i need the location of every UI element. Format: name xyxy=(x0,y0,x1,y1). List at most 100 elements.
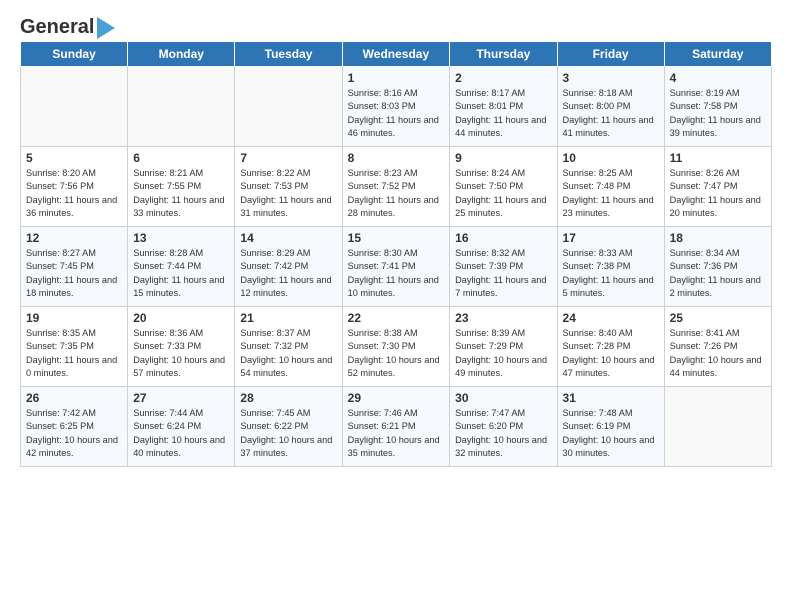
day-info: Sunrise: 8:36 AMSunset: 7:33 PMDaylight:… xyxy=(133,327,229,380)
week-row-3: 19 Sunrise: 8:35 AMSunset: 7:35 PMDayligh… xyxy=(21,307,772,387)
day-info: Sunrise: 7:48 AMSunset: 6:19 PMDaylight:… xyxy=(563,407,659,460)
day-number: 11 xyxy=(670,151,766,165)
day-number: 22 xyxy=(348,311,445,325)
day-cell: 18Sunrise: 8:34 AMSunset: 7:36 PMDayligh… xyxy=(664,227,771,307)
day-number: 17 xyxy=(563,231,659,245)
day-info: Sunrise: 8:34 AMSunset: 7:36 PMDaylight:… xyxy=(670,247,766,300)
day-number: 20 xyxy=(133,311,229,325)
day-number: 1 xyxy=(348,71,445,85)
day-info: Sunrise: 8:18 AMSunset: 8:00 PMDaylight:… xyxy=(563,87,659,140)
day-number: 13 xyxy=(133,231,229,245)
day-cell: 3 Sunrise: 8:18 AMSunset: 8:00 PMDaylight… xyxy=(557,67,664,147)
day-info: Sunrise: 8:33 AMSunset: 7:38 PMDaylight:… xyxy=(563,247,659,300)
header: General xyxy=(20,16,772,35)
page: General SundayMondayTuesdayWednesdayThur… xyxy=(0,0,792,477)
day-number: 27 xyxy=(133,391,229,405)
day-number: 29 xyxy=(348,391,445,405)
weekday-header-row: SundayMondayTuesdayWednesdayThursdayFrid… xyxy=(21,42,772,67)
day-cell: 12 Sunrise: 8:27 AMSunset: 7:45 PMDayligh… xyxy=(21,227,128,307)
day-info: Sunrise: 8:35 AMSunset: 7:35 PMDaylight:… xyxy=(26,327,122,380)
week-row-2: 12 Sunrise: 8:27 AMSunset: 7:45 PMDayligh… xyxy=(21,227,772,307)
day-info: Sunrise: 8:20 AMSunset: 7:56 PMDaylight:… xyxy=(26,167,122,220)
day-cell: 16 Sunrise: 8:32 AMSunset: 7:39 PMDayligh… xyxy=(450,227,557,307)
day-cell: 28Sunrise: 7:45 AMSunset: 6:22 PMDayligh… xyxy=(235,387,342,467)
day-number: 8 xyxy=(348,151,445,165)
day-info: Sunrise: 8:21 AMSunset: 7:55 PMDaylight:… xyxy=(133,167,229,220)
day-number: 25 xyxy=(670,311,766,325)
logo-arrow-icon xyxy=(97,17,115,39)
day-number: 26 xyxy=(26,391,122,405)
weekday-header-wednesday: Wednesday xyxy=(342,42,450,67)
day-cell: 29 Sunrise: 7:46 AMSunset: 6:21 PMDayligh… xyxy=(342,387,450,467)
day-cell: 11 Sunrise: 8:26 AMSunset: 7:47 PMDayligh… xyxy=(664,147,771,227)
weekday-header-friday: Friday xyxy=(557,42,664,67)
day-cell: 13 Sunrise: 8:28 AMSunset: 7:44 PMDayligh… xyxy=(128,227,235,307)
day-info: Sunrise: 8:38 AMSunset: 7:30 PMDaylight:… xyxy=(348,327,445,380)
day-cell: 9 Sunrise: 8:24 AMSunset: 7:50 PMDaylight… xyxy=(450,147,557,227)
day-cell: 6 Sunrise: 8:21 AMSunset: 7:55 PMDaylight… xyxy=(128,147,235,227)
day-info: Sunrise: 8:40 AMSunset: 7:28 PMDaylight:… xyxy=(563,327,659,380)
day-number: 24 xyxy=(563,311,659,325)
day-cell: 5Sunrise: 8:20 AMSunset: 7:56 PMDaylight… xyxy=(21,147,128,227)
day-cell: 27 Sunrise: 7:44 AMSunset: 6:24 PMDayligh… xyxy=(128,387,235,467)
day-cell: 8Sunrise: 8:23 AMSunset: 7:52 PMDaylight… xyxy=(342,147,450,227)
day-number: 10 xyxy=(563,151,659,165)
week-row-1: 5Sunrise: 8:20 AMSunset: 7:56 PMDaylight… xyxy=(21,147,772,227)
logo: General xyxy=(20,16,115,35)
day-number: 6 xyxy=(133,151,229,165)
day-info: Sunrise: 8:41 AMSunset: 7:26 PMDaylight:… xyxy=(670,327,766,380)
day-number: 19 xyxy=(26,311,122,325)
week-row-4: 26 Sunrise: 7:42 AMSunset: 6:25 PMDayligh… xyxy=(21,387,772,467)
day-cell: 15 Sunrise: 8:30 AMSunset: 7:41 PMDayligh… xyxy=(342,227,450,307)
day-info: Sunrise: 8:32 AMSunset: 7:39 PMDaylight:… xyxy=(455,247,551,300)
day-number: 21 xyxy=(240,311,336,325)
day-cell: 4Sunrise: 8:19 AMSunset: 7:58 PMDaylight… xyxy=(664,67,771,147)
day-info: Sunrise: 7:45 AMSunset: 6:22 PMDaylight:… xyxy=(240,407,336,460)
day-info: Sunrise: 8:27 AMSunset: 7:45 PMDaylight:… xyxy=(26,247,122,300)
day-cell: 20 Sunrise: 8:36 AMSunset: 7:33 PMDayligh… xyxy=(128,307,235,387)
day-cell: 17 Sunrise: 8:33 AMSunset: 7:38 PMDayligh… xyxy=(557,227,664,307)
day-number: 16 xyxy=(455,231,551,245)
day-cell xyxy=(664,387,771,467)
day-info: Sunrise: 8:17 AMSunset: 8:01 PMDaylight:… xyxy=(455,87,551,140)
day-info: Sunrise: 8:30 AMSunset: 7:41 PMDaylight:… xyxy=(348,247,445,300)
day-cell: 19 Sunrise: 8:35 AMSunset: 7:35 PMDayligh… xyxy=(21,307,128,387)
day-cell: 10 Sunrise: 8:25 AMSunset: 7:48 PMDayligh… xyxy=(557,147,664,227)
day-number: 2 xyxy=(455,71,551,85)
day-info: Sunrise: 8:19 AMSunset: 7:58 PMDaylight:… xyxy=(670,87,766,140)
day-number: 12 xyxy=(26,231,122,245)
day-number: 3 xyxy=(563,71,659,85)
day-info: Sunrise: 8:29 AMSunset: 7:42 PMDaylight:… xyxy=(240,247,336,300)
day-info: Sunrise: 8:24 AMSunset: 7:50 PMDaylight:… xyxy=(455,167,551,220)
day-number: 30 xyxy=(455,391,551,405)
week-row-0: 1Sunrise: 8:16 AMSunset: 8:03 PMDaylight… xyxy=(21,67,772,147)
weekday-header-saturday: Saturday xyxy=(664,42,771,67)
day-cell xyxy=(128,67,235,147)
day-number: 23 xyxy=(455,311,551,325)
day-cell: 21 Sunrise: 8:37 AMSunset: 7:32 PMDayligh… xyxy=(235,307,342,387)
day-cell: 25 Sunrise: 8:41 AMSunset: 7:26 PMDayligh… xyxy=(664,307,771,387)
day-info: Sunrise: 8:28 AMSunset: 7:44 PMDaylight:… xyxy=(133,247,229,300)
day-info: Sunrise: 7:44 AMSunset: 6:24 PMDaylight:… xyxy=(133,407,229,460)
day-cell: 2 Sunrise: 8:17 AMSunset: 8:01 PMDaylight… xyxy=(450,67,557,147)
weekday-header-sunday: Sunday xyxy=(21,42,128,67)
day-cell: 26 Sunrise: 7:42 AMSunset: 6:25 PMDayligh… xyxy=(21,387,128,467)
day-cell: 14 Sunrise: 8:29 AMSunset: 7:42 PMDayligh… xyxy=(235,227,342,307)
day-number: 15 xyxy=(348,231,445,245)
day-cell: 24 Sunrise: 8:40 AMSunset: 7:28 PMDayligh… xyxy=(557,307,664,387)
day-number: 9 xyxy=(455,151,551,165)
day-number: 7 xyxy=(240,151,336,165)
weekday-header-thursday: Thursday xyxy=(450,42,557,67)
day-number: 14 xyxy=(240,231,336,245)
day-info: Sunrise: 7:46 AMSunset: 6:21 PMDaylight:… xyxy=(348,407,445,460)
day-info: Sunrise: 8:26 AMSunset: 7:47 PMDaylight:… xyxy=(670,167,766,220)
day-cell: 1Sunrise: 8:16 AMSunset: 8:03 PMDaylight… xyxy=(342,67,450,147)
day-cell: 31 Sunrise: 7:48 AMSunset: 6:19 PMDayligh… xyxy=(557,387,664,467)
day-info: Sunrise: 7:42 AMSunset: 6:25 PMDaylight:… xyxy=(26,407,122,460)
weekday-header-monday: Monday xyxy=(128,42,235,67)
day-cell: 30Sunrise: 7:47 AMSunset: 6:20 PMDayligh… xyxy=(450,387,557,467)
day-number: 31 xyxy=(563,391,659,405)
day-info: Sunrise: 8:37 AMSunset: 7:32 PMDaylight:… xyxy=(240,327,336,380)
day-info: Sunrise: 8:25 AMSunset: 7:48 PMDaylight:… xyxy=(563,167,659,220)
logo-general: General xyxy=(20,16,94,39)
